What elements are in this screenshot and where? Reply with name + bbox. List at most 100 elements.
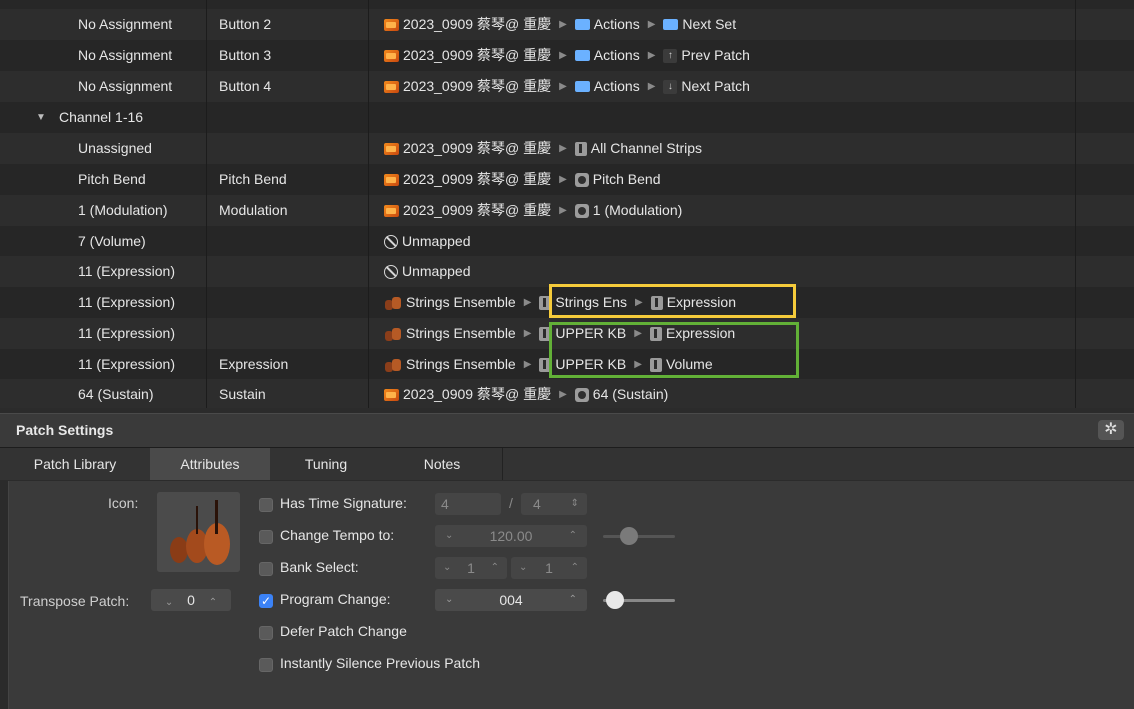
- table-row-group[interactable]: ▼ Channel 1-16: [0, 102, 1134, 133]
- project-folder-icon: [384, 80, 399, 93]
- table-row[interactable]: 7 (Volume) Unmapped: [0, 226, 1134, 257]
- program-change-value: 004: [499, 592, 523, 608]
- defer-patch-change-checkbox[interactable]: [259, 626, 273, 640]
- chevron-down-icon[interactable]: ⌄: [445, 525, 453, 547]
- defer-patch-change-label: Defer Patch Change: [280, 623, 407, 639]
- project-name: 2023_0909 蔡琴@ 重慶: [403, 140, 552, 156]
- table-row[interactable]: No Assignment Button 2 2023_0909 蔡琴@ 重慶 …: [0, 9, 1134, 40]
- chevron-up-icon[interactable]: ⌃: [571, 557, 579, 579]
- table-row[interactable]: 11 (Expression) Strings Ensemble ▶ Strin…: [0, 287, 1134, 318]
- target-name: Volume: [665, 356, 713, 372]
- unmapped-label: Unmapped: [402, 263, 471, 279]
- strings-instrument-icon: [384, 296, 402, 310]
- target-path: 2023_0909 蔡琴@ 重慶 ▶ 1 (Modulation): [384, 195, 682, 226]
- project-name: 2023_0909 蔡琴@ 重慶: [403, 171, 552, 187]
- chevron-up-icon[interactable]: ⌃: [569, 589, 577, 611]
- control-name: 64 (Sustain): [78, 386, 154, 402]
- table-row[interactable]: Pitch Bend Pitch Bend 2023_0909 蔡琴@ 重慶 ▶…: [0, 164, 1134, 195]
- blue-folder-icon: [663, 19, 679, 30]
- tab-tuning[interactable]: Tuning: [270, 448, 383, 480]
- arrow-down-icon: ↓: [663, 79, 678, 94]
- chevron-up-icon[interactable]: ⌃: [209, 597, 217, 608]
- project-name: 2023_0909 蔡琴@ 重慶: [403, 78, 552, 94]
- project-name: Strings Ensemble: [406, 294, 516, 310]
- bank-lsb-field[interactable]: ⌄ 1 ⌃: [511, 557, 587, 579]
- patch-icon-well[interactable]: [157, 492, 240, 572]
- table-row[interactable]: 64 (Sustain) Sustain 2023_0909 蔡琴@ 重慶 ▶ …: [0, 379, 1134, 408]
- tempo-checkbox[interactable]: [259, 530, 273, 544]
- table-row[interactable]: Unassigned 2023_0909 蔡琴@ 重慶 ▶ All Channe…: [0, 133, 1134, 164]
- chevron-down-icon[interactable]: ⌄: [445, 589, 453, 611]
- chevron-up-icon[interactable]: ⌃: [569, 525, 577, 547]
- chevron-right-icon: ▶: [647, 81, 656, 92]
- chevron-down-icon[interactable]: ⌄: [519, 557, 527, 579]
- target-name: 1 (Modulation): [592, 202, 683, 218]
- target-name: All Channel Strips: [590, 140, 703, 156]
- project-name: 2023_0909 蔡琴@ 重慶: [403, 16, 552, 32]
- chevron-right-icon: ▶: [559, 143, 567, 154]
- target-path: Strings Ensemble ▶ UPPER KB ▶ Volume: [384, 349, 713, 380]
- tab-patch-library[interactable]: Patch Library: [0, 448, 151, 480]
- tempo-slider-knob[interactable]: [620, 527, 638, 545]
- gear-icon[interactable]: ✲: [1098, 420, 1124, 440]
- control-name: 11 (Expression): [78, 356, 176, 372]
- icon-label: Icon:: [108, 495, 139, 511]
- tab-notes[interactable]: Notes: [382, 448, 503, 480]
- project-folder-icon: [384, 204, 399, 217]
- control-label: Pitch Bend: [219, 171, 287, 187]
- time-signature-checkbox[interactable]: [259, 498, 273, 512]
- chevron-up-icon[interactable]: ⌃: [491, 557, 499, 579]
- channel-strip-icon: [649, 326, 662, 341]
- tempo-field[interactable]: ⌄ 120.00 ⌃: [435, 525, 587, 547]
- tempo-slider-track[interactable]: [603, 535, 675, 538]
- bank-msb-field[interactable]: ⌄ 1 ⌃: [435, 557, 507, 579]
- project-folder-icon: [384, 18, 399, 31]
- target-name: Pitch Bend: [592, 171, 661, 187]
- table-row[interactable]: 11 (Expression) Unmapped: [0, 256, 1134, 287]
- strip-name: UPPER KB: [555, 325, 627, 341]
- program-slider-knob[interactable]: [606, 591, 624, 609]
- tab-attributes[interactable]: Attributes: [150, 448, 271, 480]
- table-row[interactable]: No Assignment Button 3 2023_0909 蔡琴@ 重慶 …: [0, 40, 1134, 71]
- program-change-label: Program Change:: [280, 591, 391, 607]
- target-name: Expression: [665, 325, 736, 341]
- time-signature-label: Has Time Signature:: [280, 495, 407, 511]
- table-row[interactable]: 11 (Expression) Strings Ensemble ▶ UPPER…: [0, 318, 1134, 349]
- target-path: Unmapped: [384, 226, 471, 257]
- chevron-right-icon: ▶: [635, 297, 643, 308]
- group-name: Channel 1-16: [59, 109, 144, 125]
- target-path: 2023_0909 蔡琴@ 重慶 ▶ Actions ▶ Next Set: [384, 9, 736, 40]
- target-name: Next Set: [682, 16, 737, 32]
- transpose-stepper[interactable]: ⌄ 0 ⌃: [151, 589, 231, 611]
- chevron-right-icon: ▶: [634, 328, 642, 339]
- transpose-value: 0: [187, 592, 195, 608]
- control-name: No Assignment: [78, 16, 173, 32]
- patch-settings-tabs: Patch Library Attributes Tuning Notes: [0, 448, 1134, 480]
- strings-instrument-icon: [157, 492, 240, 572]
- no-entry-icon: [384, 234, 398, 249]
- silence-previous-checkbox[interactable]: [259, 658, 273, 672]
- project-name: Strings Ensemble: [406, 356, 516, 372]
- control-label: Button 2: [219, 16, 272, 32]
- column-divider: [1075, 0, 1076, 408]
- target-path: 2023_0909 蔡琴@ 重慶 ▶ Pitch Bend: [384, 164, 661, 195]
- table-row[interactable]: No Assignment Button 4 2023_0909 蔡琴@ 重慶 …: [0, 71, 1134, 102]
- project-name: 2023_0909 蔡琴@ 重慶: [403, 202, 552, 218]
- table-row[interactable]: 11 (Expression) Expression Strings Ensem…: [0, 349, 1134, 380]
- transpose-label: Transpose Patch:: [20, 593, 130, 609]
- disclosure-triangle-icon[interactable]: ▼: [36, 102, 46, 133]
- tempo-value: 120.00: [489, 528, 533, 544]
- program-change-field[interactable]: ⌄ 004 ⌃: [435, 589, 587, 611]
- bank-select-checkbox[interactable]: [259, 562, 273, 576]
- table-row[interactable]: 1 (Modulation) Modulation 2023_0909 蔡琴@ …: [0, 195, 1134, 226]
- knob-icon: [574, 387, 589, 402]
- program-change-checkbox[interactable]: ✓: [259, 594, 273, 608]
- time-signature-denominator[interactable]: 4 ⇕: [521, 493, 587, 515]
- strings-instrument-icon: [384, 358, 402, 372]
- chevron-down-icon[interactable]: ⌄: [165, 597, 173, 608]
- time-signature-numerator[interactable]: 4: [435, 493, 501, 515]
- chevron-updown-icon[interactable]: ⇕: [571, 493, 579, 515]
- control-label: Modulation: [219, 202, 288, 218]
- chevron-down-icon[interactable]: ⌄: [443, 557, 451, 579]
- folder-name: Actions: [593, 16, 640, 32]
